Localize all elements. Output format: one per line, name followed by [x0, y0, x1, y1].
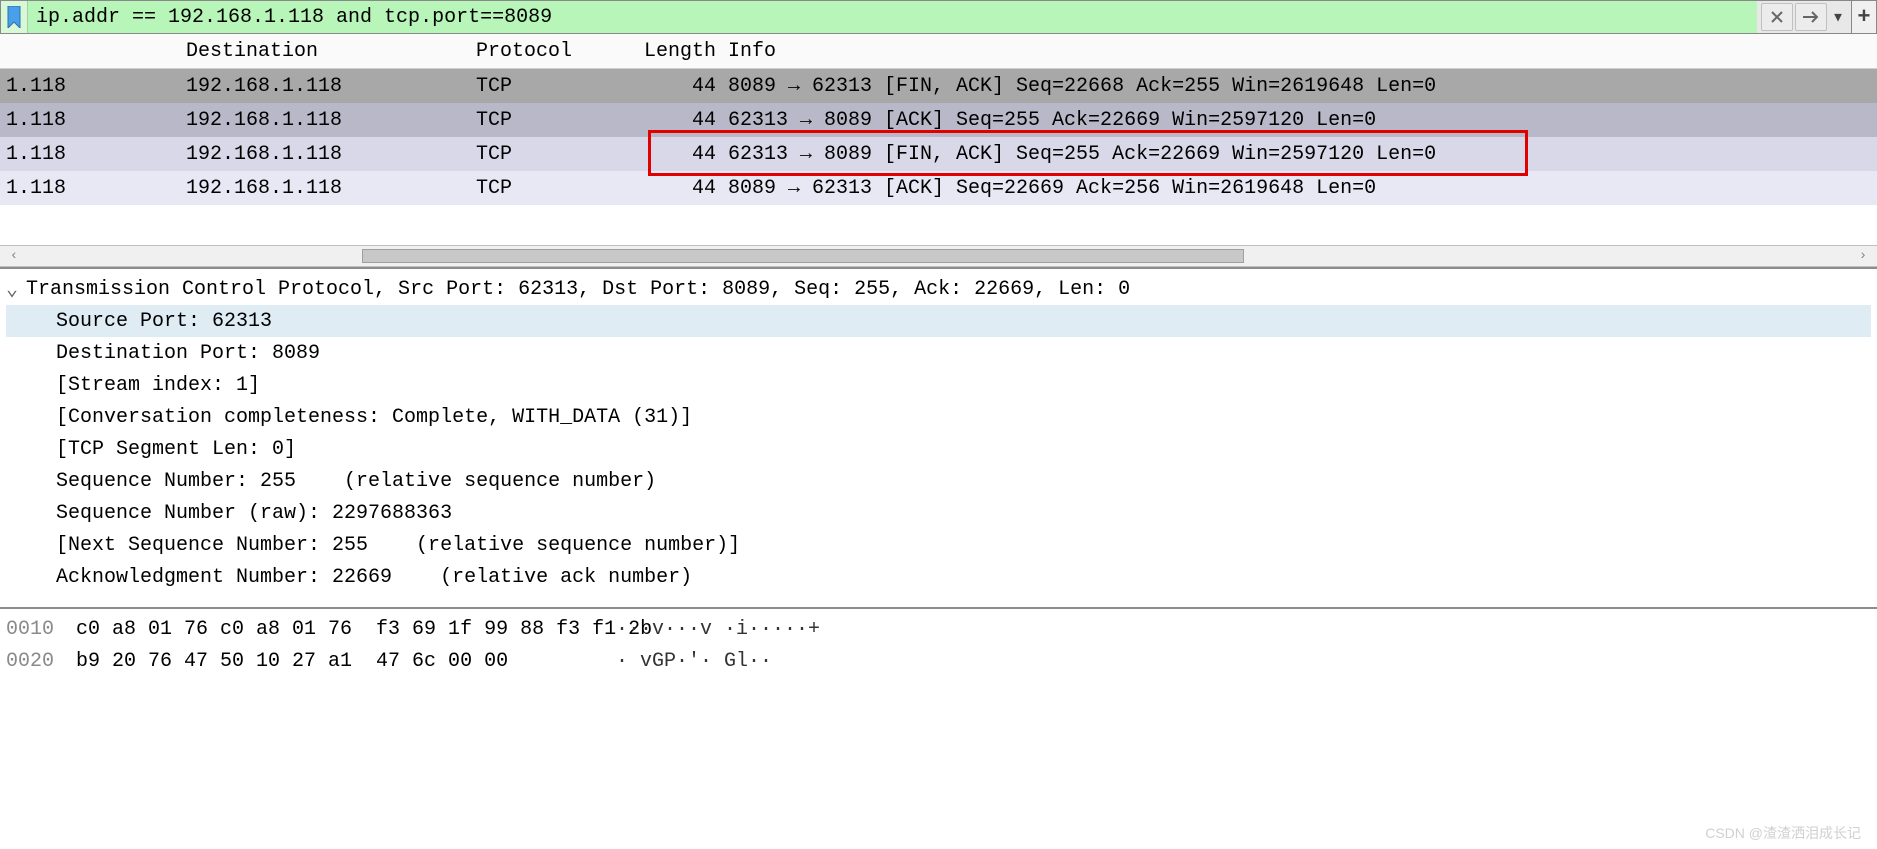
packet-bytes-pane: 0010 c0 a8 01 76 c0 a8 01 76 f3 69 1f 99…: [0, 607, 1877, 681]
hex-row[interactable]: 0010 c0 a8 01 76 c0 a8 01 76 f3 69 1f 99…: [6, 613, 1871, 645]
detail-field[interactable]: [Next Sequence Number: 255 (relative seq…: [6, 529, 1871, 561]
cell-info: 62313 → 8089 [ACK] Seq=255 Ack=22669 Win…: [722, 109, 1877, 132]
cell-protocol: TCP: [476, 177, 636, 200]
tree-expand-icon[interactable]: ⌄: [6, 276, 26, 302]
detail-header-text: Transmission Control Protocol, Src Port:…: [26, 278, 1130, 301]
detail-field[interactable]: [TCP Segment Len: 0]: [6, 433, 1871, 465]
hex-row[interactable]: 0020 b9 20 76 47 50 10 27 a1 47 6c 00 00…: [6, 645, 1871, 677]
packet-detail-pane: ⌄ Transmission Control Protocol, Src Por…: [0, 267, 1877, 607]
add-filter-button[interactable]: +: [1851, 1, 1876, 33]
bookmark-icon[interactable]: [1, 1, 28, 33]
cell-destination: 192.168.1.118: [186, 75, 476, 98]
column-info[interactable]: Info: [722, 40, 1877, 63]
cell-info: 62313 → 8089 [FIN, ACK] Seq=255 Ack=2266…: [722, 143, 1877, 166]
cell-source: 1.118: [0, 75, 186, 98]
hex-offset: 0010: [6, 618, 76, 641]
packet-row[interactable]: 1.118 192.168.1.118 TCP 44 8089 → 62313 …: [0, 69, 1877, 103]
apply-filter-icon[interactable]: [1795, 3, 1827, 31]
detail-field[interactable]: Source Port: 62313: [6, 305, 1871, 337]
packet-row[interactable]: 1.118 192.168.1.118 TCP 44 8089 → 62313 …: [0, 171, 1877, 205]
scroll-left-icon[interactable]: ‹: [6, 248, 22, 264]
hex-offset: 0020: [6, 650, 76, 673]
cell-protocol: TCP: [476, 143, 636, 166]
cell-source: 1.118: [0, 177, 186, 200]
cell-length: 44: [636, 109, 722, 132]
cell-source: 1.118: [0, 109, 186, 132]
hex-bytes: c0 a8 01 76 c0 a8 01 76 f3 69 1f 99 88 f…: [76, 618, 596, 641]
cell-source: 1.118: [0, 143, 186, 166]
filter-history-dropdown-icon[interactable]: ▾: [1829, 4, 1847, 30]
hex-bytes: b9 20 76 47 50 10 27 a1 47 6c 00 00: [76, 650, 596, 673]
hex-ascii: ···v···v ·i·····+: [596, 618, 820, 641]
packet-row[interactable]: 1.118 192.168.1.118 TCP 44 62313 → 8089 …: [0, 103, 1877, 137]
cell-destination: 192.168.1.118: [186, 109, 476, 132]
packet-row[interactable]: 1.118 192.168.1.118 TCP 44 62313 → 8089 …: [0, 137, 1877, 171]
cell-info: 8089 → 62313 [FIN, ACK] Seq=22668 Ack=25…: [722, 75, 1877, 98]
scroll-thumb[interactable]: [362, 249, 1244, 263]
scroll-right-icon[interactable]: ›: [1855, 248, 1871, 264]
cell-length: 44: [636, 143, 722, 166]
column-protocol[interactable]: Protocol: [476, 40, 636, 63]
detail-field[interactable]: Sequence Number: 255 (relative sequence …: [6, 465, 1871, 497]
cell-info: 8089 → 62313 [ACK] Seq=22669 Ack=256 Win…: [722, 177, 1877, 200]
detail-field[interactable]: Sequence Number (raw): 2297688363: [6, 497, 1871, 529]
cell-protocol: TCP: [476, 75, 636, 98]
packet-list-header[interactable]: Destination Protocol Length Info: [0, 34, 1877, 69]
filter-button-group: ▾: [1757, 1, 1851, 33]
cell-destination: 192.168.1.118: [186, 143, 476, 166]
cell-length: 44: [636, 75, 722, 98]
detail-field[interactable]: [Conversation completeness: Complete, WI…: [6, 401, 1871, 433]
display-filter-input[interactable]: ip.addr == 192.168.1.118 and tcp.port==8…: [28, 1, 1757, 33]
watermark-text: CSDN @渣渣洒泪成长记: [1705, 823, 1861, 843]
detail-field[interactable]: Acknowledgment Number: 22669 (relative a…: [6, 561, 1871, 593]
hex-ascii: · vGP·'· Gl··: [596, 650, 772, 673]
cell-destination: 192.168.1.118: [186, 177, 476, 200]
cell-protocol: TCP: [476, 109, 636, 132]
filter-bar: ip.addr == 192.168.1.118 and tcp.port==8…: [0, 0, 1877, 34]
column-length[interactable]: Length: [636, 40, 722, 63]
detail-tree-header[interactable]: ⌄ Transmission Control Protocol, Src Por…: [6, 273, 1871, 305]
clear-filter-icon[interactable]: [1761, 3, 1793, 31]
detail-field[interactable]: [Stream index: 1]: [6, 369, 1871, 401]
packet-list-scrollbar[interactable]: ‹ ›: [0, 245, 1877, 267]
detail-field[interactable]: Destination Port: 8089: [6, 337, 1871, 369]
cell-length: 44: [636, 177, 722, 200]
packet-list-pane: Destination Protocol Length Info 1.118 1…: [0, 34, 1877, 245]
column-destination[interactable]: Destination: [186, 40, 476, 63]
